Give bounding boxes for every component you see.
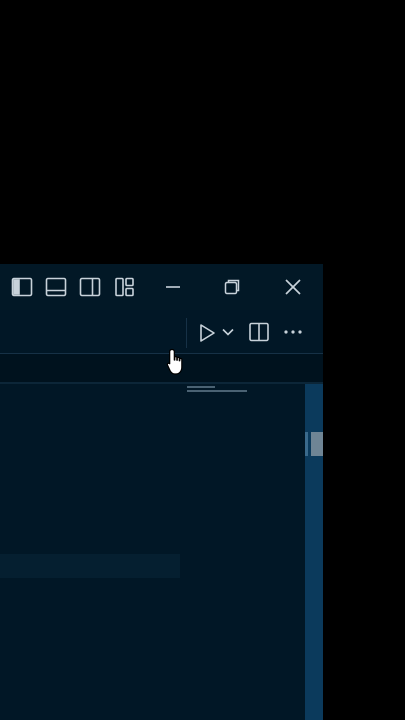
- editor-window: [0, 264, 323, 720]
- toolbar-separator: [186, 318, 187, 348]
- split-editor-icon[interactable]: [248, 321, 270, 343]
- chevron-down-icon[interactable]: [221, 326, 235, 338]
- editor-action-bar: [0, 310, 323, 354]
- hand-pointer-icon: [166, 348, 183, 375]
- minimap-line: [187, 390, 247, 392]
- minimap[interactable]: [183, 384, 305, 720]
- desktop-screen: [0, 0, 405, 720]
- minimap-line: [187, 386, 215, 388]
- play-icon[interactable]: [197, 322, 217, 344]
- layout-grid-icon[interactable]: [114, 276, 136, 298]
- more-horizontal-icon[interactable]: [282, 325, 304, 339]
- title-bar: [0, 264, 323, 310]
- panel-bottom-icon[interactable]: [45, 276, 67, 298]
- sidebar-left-icon[interactable]: [11, 276, 33, 298]
- scrollbar-thumb[interactable]: [311, 432, 323, 456]
- restore-icon[interactable]: [219, 274, 245, 300]
- breadcrumb-bar[interactable]: [0, 354, 323, 382]
- vertical-scrollbar[interactable]: [305, 384, 323, 720]
- sidebar-right-icon[interactable]: [79, 276, 101, 298]
- close-icon[interactable]: [280, 274, 306, 300]
- scrollbar-marker: [305, 432, 308, 456]
- minimize-icon[interactable]: [160, 274, 186, 300]
- current-line-highlight: [0, 554, 180, 578]
